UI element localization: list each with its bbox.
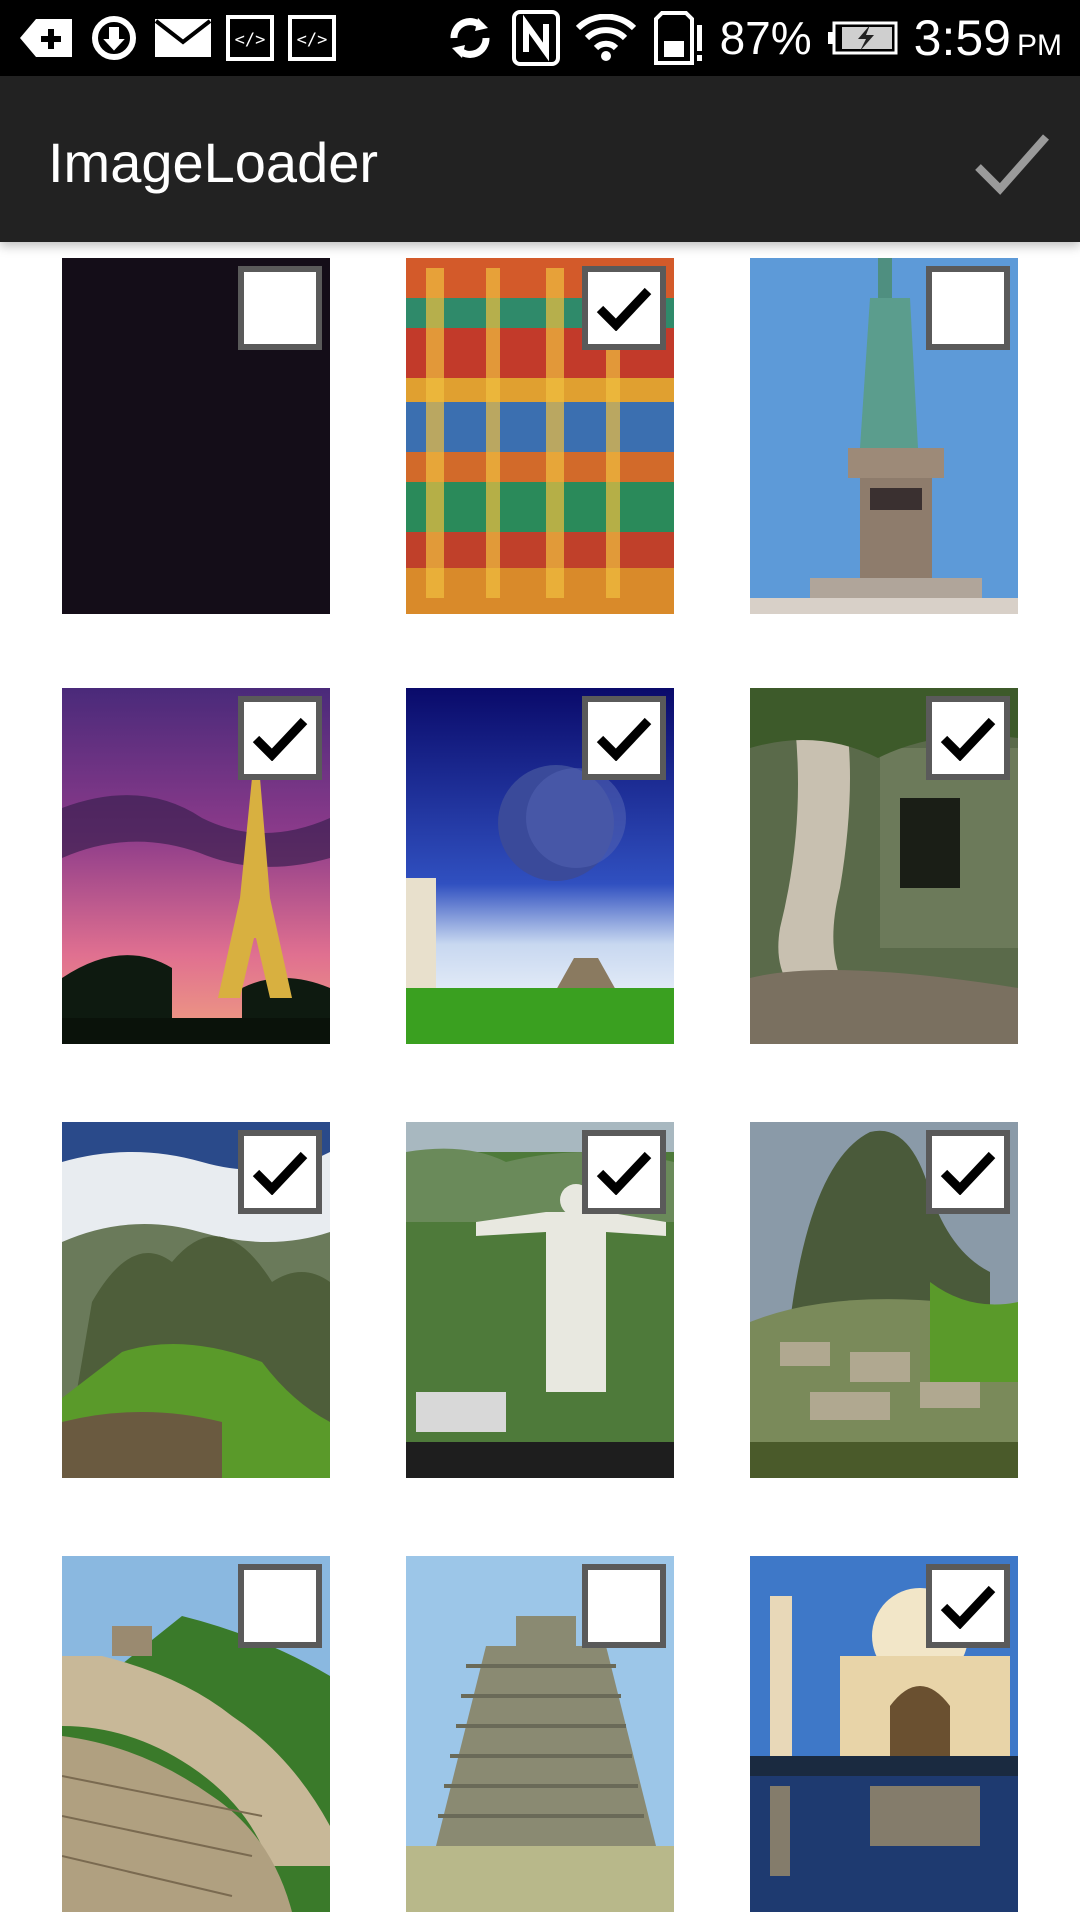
sd-card-alert-icon: [652, 11, 704, 65]
app-title: ImageLoader: [48, 131, 379, 194]
checkmark-icon: [940, 1151, 996, 1195]
add-notification-icon: [18, 15, 74, 61]
status-bar: </> </> 87% 3:59 PM: [0, 0, 1080, 76]
image-tile-2[interactable]: [406, 258, 674, 614]
image-checkbox-10[interactable]: [238, 1564, 322, 1648]
image-checkbox-5[interactable]: [582, 696, 666, 780]
status-bar-system: 87% 3:59 PM: [444, 8, 1062, 68]
image-tile-3[interactable]: [750, 258, 1018, 614]
sync-icon: [444, 12, 496, 64]
battery-percent: 87%: [719, 12, 812, 64]
mail-icon: [154, 18, 212, 58]
checkmark-icon: [940, 717, 996, 761]
image-checkbox-7[interactable]: [238, 1130, 322, 1214]
clock-ampm: PM: [1017, 29, 1062, 62]
battery-charging-icon: [827, 21, 898, 55]
checkmark-icon: [252, 717, 308, 761]
image-checkbox-11[interactable]: [582, 1564, 666, 1648]
image-tile-9[interactable]: [750, 1122, 1018, 1478]
sync-download-icon: [88, 12, 140, 64]
nfc-icon: [511, 10, 560, 66]
image-grid: [0, 242, 1080, 1920]
done-button[interactable]: [964, 116, 1060, 212]
clock: 3:59 PM: [914, 9, 1062, 67]
clock-time: 3:59: [913, 10, 1011, 66]
image-tile-12[interactable]: [750, 1556, 1018, 1912]
image-checkbox-1[interactable]: [238, 266, 322, 350]
image-tile-8[interactable]: [406, 1122, 674, 1478]
image-tile-10[interactable]: [62, 1556, 330, 1912]
status-bar-notifications: </> </>: [18, 8, 336, 68]
image-checkbox-6[interactable]: [926, 696, 1010, 780]
image-tile-11[interactable]: [406, 1556, 674, 1912]
image-tile-6[interactable]: [750, 688, 1018, 1044]
checkmark-icon: [596, 717, 652, 761]
image-checkbox-4[interactable]: [238, 696, 322, 780]
image-checkbox-2[interactable]: [582, 266, 666, 350]
action-bar: ImageLoader: [0, 76, 1080, 242]
image-tile-1[interactable]: [62, 258, 330, 614]
image-checkbox-12[interactable]: [926, 1564, 1010, 1648]
image-tile-7[interactable]: [62, 1122, 330, 1478]
image-checkbox-8[interactable]: [582, 1130, 666, 1214]
svg-text:</>: </>: [235, 30, 266, 50]
checkmark-icon: [975, 134, 1049, 195]
image-checkbox-9[interactable]: [926, 1130, 1010, 1214]
checkmark-icon: [940, 1585, 996, 1629]
code-icon: </>: [288, 15, 336, 61]
svg-text:</>: </>: [297, 30, 328, 50]
image-tile-5[interactable]: [406, 688, 674, 1044]
checkmark-icon: [596, 287, 652, 331]
checkmark-icon: [596, 1151, 652, 1195]
wifi-icon: [575, 14, 636, 62]
image-checkbox-3[interactable]: [926, 266, 1010, 350]
image-tile-4[interactable]: [62, 688, 330, 1044]
checkmark-icon: [252, 1151, 308, 1195]
code-icon: </>: [226, 15, 274, 61]
